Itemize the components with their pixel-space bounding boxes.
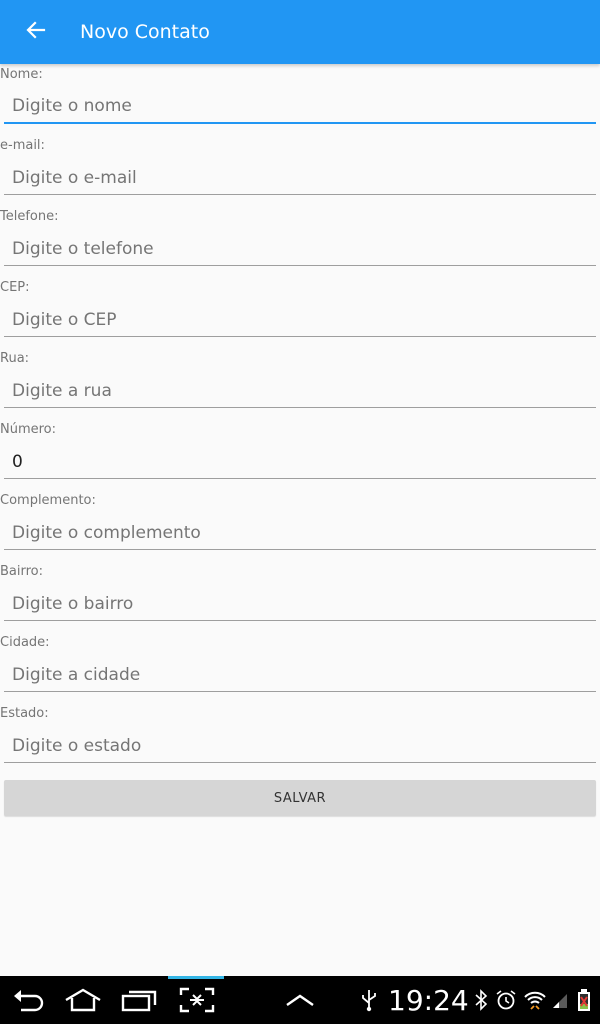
bluetooth-icon (472, 976, 490, 1024)
field-label-rua: Rua: (0, 351, 30, 366)
contact-form: Nome: e-mail: Telefone: CEP: Rua: Número… (0, 64, 600, 774)
field-label-complemento: Complemento: (0, 493, 96, 508)
cidade-input[interactable] (4, 658, 596, 692)
field-complemento: Complemento: (0, 490, 600, 561)
app-screen: Novo Contato Nome: e-mail: Telefone: CEP… (0, 0, 600, 1024)
field-label-email: e-mail: (0, 138, 45, 153)
field-cidade: Cidade: (0, 632, 600, 703)
field-numero: Número: (0, 419, 600, 490)
back-button[interactable] (8, 0, 64, 64)
arrow-back-icon (26, 20, 46, 44)
wifi-icon (522, 976, 548, 1024)
recent-apps-icon[interactable] (118, 976, 160, 1024)
field-label-cep: CEP: (0, 280, 30, 295)
app-bar: Novo Contato (0, 0, 600, 64)
field-label-bairro: Bairro: (0, 564, 44, 579)
field-label-nome: Nome: (0, 67, 43, 82)
back-icon[interactable] (8, 976, 48, 1024)
home-icon[interactable] (62, 976, 104, 1024)
menu-up-icon[interactable] (282, 976, 318, 1024)
rua-input[interactable] (4, 374, 596, 408)
field-email: e-mail: (0, 135, 600, 206)
system-bar: 19:24 (0, 976, 600, 1024)
field-label-numero: Número: (0, 422, 57, 437)
page-title: Novo Contato (80, 21, 210, 43)
estado-input[interactable] (4, 729, 596, 763)
telefone-input[interactable] (4, 232, 596, 266)
bairro-input[interactable] (4, 587, 596, 621)
field-label-telefone: Telefone: (0, 209, 59, 224)
field-estado: Estado: (0, 703, 600, 774)
complemento-input[interactable] (4, 516, 596, 550)
clock: 19:24 (388, 984, 469, 1017)
usb-icon (358, 976, 380, 1024)
field-cep: CEP: (0, 277, 600, 348)
field-telefone: Telefone: (0, 206, 600, 277)
email-input[interactable] (4, 161, 596, 195)
signal-icon (550, 976, 570, 1024)
field-nome: Nome: (0, 64, 600, 135)
field-label-cidade: Cidade: (0, 635, 50, 650)
field-bairro: Bairro: (0, 561, 600, 632)
screenshot-icon[interactable] (176, 976, 218, 1024)
cep-input[interactable] (4, 303, 596, 337)
battery-icon (574, 976, 594, 1024)
alarm-icon (494, 976, 518, 1024)
numero-input[interactable] (4, 445, 596, 479)
nome-input[interactable] (4, 90, 596, 124)
field-rua: Rua: (0, 348, 600, 419)
field-label-estado: Estado: (0, 706, 49, 721)
save-button[interactable]: SALVAR (4, 780, 596, 816)
